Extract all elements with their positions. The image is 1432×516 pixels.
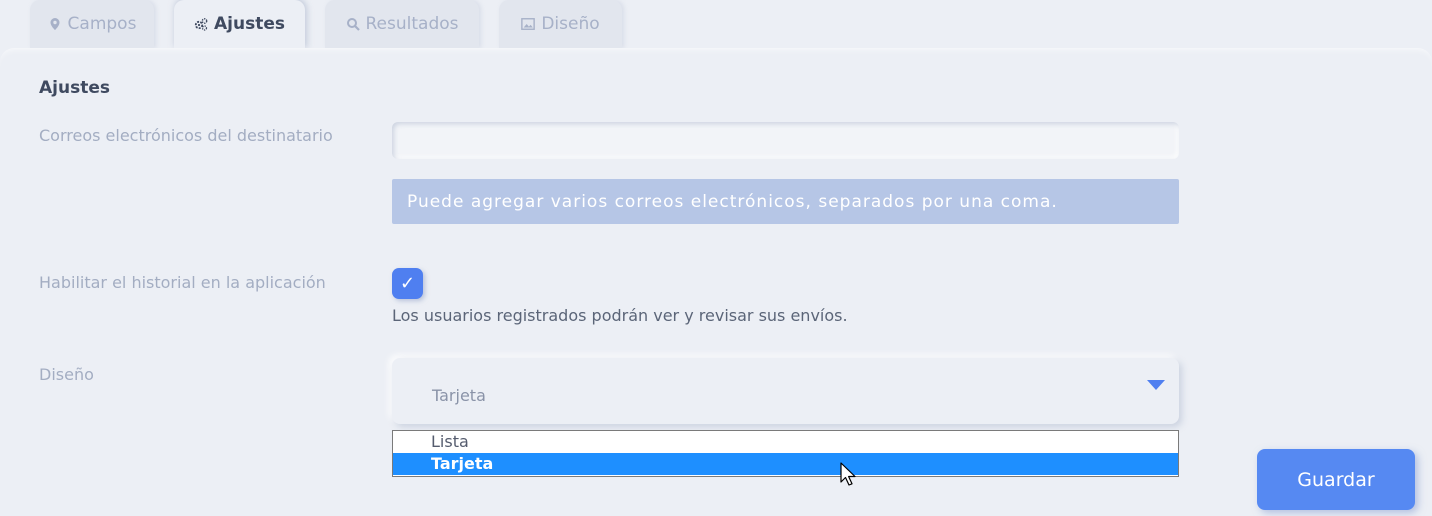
section-title: Ajustes xyxy=(39,78,110,98)
tab-label: Diseño xyxy=(541,14,600,34)
map-pin-icon xyxy=(50,18,60,30)
tab-label: Ajustes xyxy=(214,14,285,34)
layout-select-value: Tarjeta xyxy=(432,386,486,405)
gears-icon xyxy=(194,18,208,31)
recipient-emails-label: Correos electrónicos del destinatario xyxy=(39,126,333,145)
save-button[interactable]: Guardar xyxy=(1257,449,1415,510)
image-icon xyxy=(521,18,536,30)
tab-diseno[interactable]: Diseño xyxy=(499,0,622,48)
layout-select[interactable]: Tarjeta xyxy=(392,358,1179,424)
layout-option-lista[interactable]: Lista xyxy=(393,431,1178,453)
recipient-emails-input[interactable] xyxy=(392,122,1179,159)
tab-bar: Campos Ajustes Resultados Diseño xyxy=(0,0,1432,48)
tab-label: Campos xyxy=(67,14,137,34)
layout-option-tarjeta[interactable]: Tarjeta xyxy=(393,453,1178,475)
tab-campos[interactable]: Campos xyxy=(30,0,154,48)
caret-down-icon xyxy=(1147,380,1165,390)
mouse-cursor-icon xyxy=(840,462,856,486)
layout-label: Diseño xyxy=(39,365,94,384)
tab-ajustes[interactable]: Ajustes xyxy=(174,0,305,48)
enable-history-label: Habilitar el historial en la aplicación xyxy=(39,273,326,292)
checkmark-icon: ✓ xyxy=(399,273,416,294)
history-description: Los usuarios registrados podrán ver y re… xyxy=(392,306,848,325)
tab-resultados[interactable]: Resultados xyxy=(325,0,479,48)
search-icon xyxy=(346,18,360,31)
layout-dropdown: Lista Tarjeta xyxy=(392,430,1179,477)
tab-label: Resultados xyxy=(365,14,459,34)
emails-hint: Puede agregar varios correos electrónico… xyxy=(392,179,1179,224)
enable-history-checkbox[interactable]: ✓ xyxy=(392,268,423,299)
